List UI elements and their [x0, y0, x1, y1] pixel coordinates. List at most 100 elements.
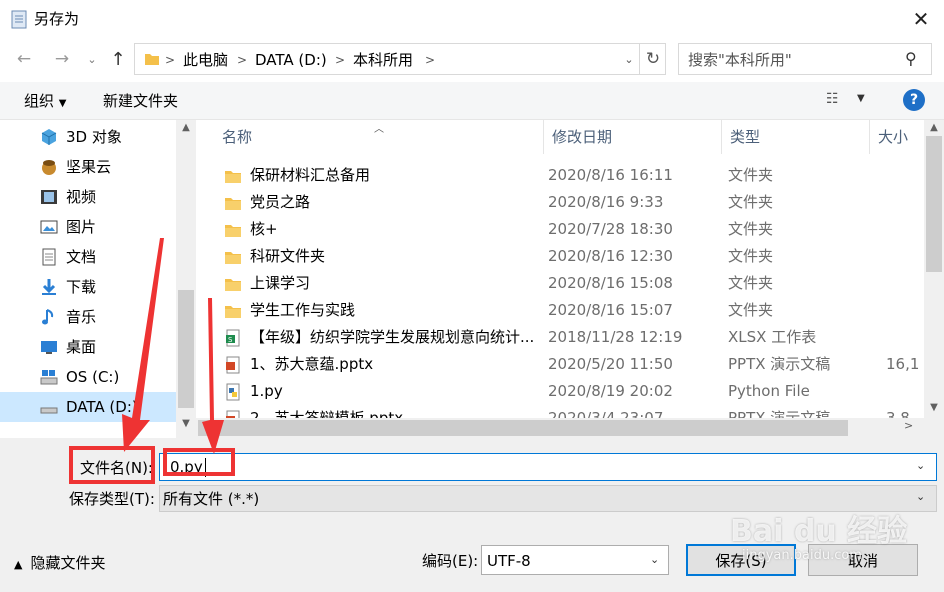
close-button[interactable]: ✕ [898, 0, 944, 38]
file-date: 2020/5/20 11:50 [548, 355, 673, 373]
xlsx-icon: S [226, 329, 240, 347]
picture-icon [40, 220, 58, 234]
nav-item-nutstore[interactable]: 坚果云 [0, 152, 176, 182]
scroll-up-icon[interactable]: ▲ [924, 122, 944, 133]
file-list-vertical-thumb[interactable] [926, 136, 942, 272]
search-input[interactable]: 搜索"本科所用" [688, 50, 792, 70]
address-bar[interactable]: > 此电脑 > DATA (D:) > 本科所用 > ⌄ ↻ [134, 43, 666, 75]
file-name: 党员之路 [250, 193, 311, 211]
filename-input[interactable]: 0.py ⌄ [159, 453, 937, 481]
file-row[interactable]: 学生工作与实践 2020/8/16 15:07 文件夹 [196, 297, 924, 324]
folder-icon [225, 252, 241, 264]
command-bar: 组织 ▼ 新建文件夹 ☷ ▼ ? [0, 82, 944, 120]
navigation-pane: 3D 对象 坚果云 视频 图片 文档 下载 音乐 桌面 OS (C:) DATA… [0, 120, 196, 438]
drive-icon [40, 407, 58, 414]
help-button[interactable]: ? [903, 89, 925, 111]
encoding-select[interactable]: UTF-8 ⌄ [481, 545, 669, 575]
nav-item-label: 3D 对象 [66, 128, 122, 146]
refresh-button[interactable]: ↻ [639, 44, 666, 74]
nav-item-videos[interactable]: 视频 [0, 182, 176, 212]
pptx-icon [226, 356, 240, 374]
nav-item-data-d[interactable]: DATA (D:) [0, 392, 176, 422]
notepad-icon [11, 10, 27, 29]
view-options-icon[interactable]: ☷ [826, 91, 839, 107]
file-row[interactable]: 保研材料汇总备用 2020/8/16 16:11 文件夹 [196, 162, 924, 189]
nav-item-music[interactable]: 音乐 [0, 302, 176, 332]
nav-item-label: 坚果云 [66, 158, 112, 176]
file-row[interactable]: 科研文件夹 2020/8/16 12:30 文件夹 [196, 243, 924, 270]
file-name: 上课学习 [250, 274, 311, 292]
forward-button[interactable]: → [48, 45, 76, 73]
nav-scroll-thumb[interactable] [178, 290, 194, 408]
caret-down-icon: ▼ [58, 98, 67, 109]
file-row[interactable]: 1.py 2020/8/19 20:02 Python File [196, 378, 924, 405]
search-box[interactable]: 搜索"本科所用" ⚲ [678, 43, 932, 75]
file-name: 1.py [250, 382, 283, 400]
video-icon [41, 190, 57, 204]
arrow-left-icon: ← [16, 49, 32, 69]
recent-locations-button[interactable]: ⌄ [82, 45, 102, 73]
folder-icon [145, 54, 159, 65]
nav-item-os-c[interactable]: OS (C:) [0, 362, 176, 392]
nav-item-documents[interactable]: 文档 [0, 242, 176, 272]
column-header-size[interactable]: 大小 [870, 120, 930, 154]
column-header-type[interactable]: 类型 [722, 120, 870, 154]
column-header-date[interactable]: 修改日期 [544, 120, 722, 154]
file-type: 文件夹 [728, 274, 774, 292]
file-type: Python File [728, 382, 810, 400]
file-date: 2020/8/16 16:11 [548, 166, 673, 184]
file-row[interactable]: 1、苏大意蕴.pptx 2020/5/20 11:50 PPTX 演示文稿 16,1 [196, 351, 924, 378]
folder-icon [225, 198, 241, 210]
filetype-label: 保存类型(T): [69, 490, 155, 508]
folder-icon [225, 279, 241, 291]
window-title: 另存为 [34, 10, 80, 28]
caret-down-icon[interactable]: ▼ [857, 93, 865, 104]
breadcrumb-current-folder[interactable]: 本科所用 [353, 50, 413, 70]
nav-item-downloads[interactable]: 下载 [0, 272, 176, 302]
file-type: PPTX 演示文稿 [728, 355, 831, 373]
file-list-horizontal-thumb[interactable] [198, 420, 848, 436]
sort-ascending-icon: ︿ [374, 124, 384, 135]
arrow-up-icon: ↑ [110, 48, 126, 70]
address-dropdown-button[interactable]: ⌄ [619, 44, 639, 74]
file-row[interactable]: 核+ 2020/7/28 18:30 文件夹 [196, 216, 924, 243]
scroll-right-icon[interactable]: > [904, 419, 913, 432]
breadcrumb-data-drive[interactable]: DATA (D:) [255, 50, 327, 70]
download-icon [42, 279, 56, 295]
document-icon [42, 248, 56, 266]
cube-icon [41, 129, 57, 145]
nav-item-3d-objects[interactable]: 3D 对象 [0, 122, 176, 152]
file-type: 文件夹 [728, 301, 774, 319]
file-date: 2018/11/28 12:19 [548, 328, 683, 346]
up-button[interactable]: ↑ [104, 45, 132, 73]
nut-cloud-icon [42, 160, 56, 175]
encoding-value: UTF-8 [487, 552, 531, 570]
breadcrumb-separator-icon: > [335, 53, 346, 67]
scroll-up-icon[interactable]: ▲ [176, 122, 196, 140]
chevron-down-icon[interactable]: ⌄ [916, 459, 925, 472]
file-row[interactable]: 上课学习 2020/8/16 15:08 文件夹 [196, 270, 924, 297]
file-type: 文件夹 [728, 247, 774, 265]
hide-folders-toggle[interactable]: ▲ 隐藏文件夹 [14, 553, 105, 575]
nav-item-label: 桌面 [66, 338, 97, 356]
drive-icon [40, 370, 58, 385]
nav-item-pictures[interactable]: 图片 [0, 212, 176, 242]
organize-button[interactable]: 组织 ▼ [24, 91, 67, 114]
new-folder-button[interactable]: 新建文件夹 [103, 91, 178, 111]
watermark-url: jingyan.baidu.com [742, 548, 862, 563]
chevron-down-icon: ⌄ [650, 553, 660, 566]
file-type: 文件夹 [728, 193, 774, 211]
file-date: 2020/8/19 20:02 [548, 382, 673, 400]
organize-label: 组织 [24, 92, 55, 110]
breadcrumb-this-pc[interactable]: 此电脑 [183, 50, 228, 70]
nav-item-label: 图片 [66, 218, 97, 236]
back-button[interactable]: ← [10, 45, 38, 73]
hide-folders-label: 隐藏文件夹 [30, 554, 106, 572]
chevron-down-icon: ⌄ [87, 52, 97, 66]
file-date: 2020/8/16 9:33 [548, 193, 664, 211]
nav-item-desktop[interactable]: 桌面 [0, 332, 176, 362]
file-row[interactable]: S 【年级】纺织学院学生发展规划意向统计... 2018/11/28 12:19 XL… [196, 324, 924, 351]
scroll-down-icon[interactable]: ▼ [924, 402, 944, 413]
scroll-down-icon[interactable]: ▼ [176, 418, 196, 436]
file-row[interactable]: 党员之路 2020/8/16 9:33 文件夹 [196, 189, 924, 216]
